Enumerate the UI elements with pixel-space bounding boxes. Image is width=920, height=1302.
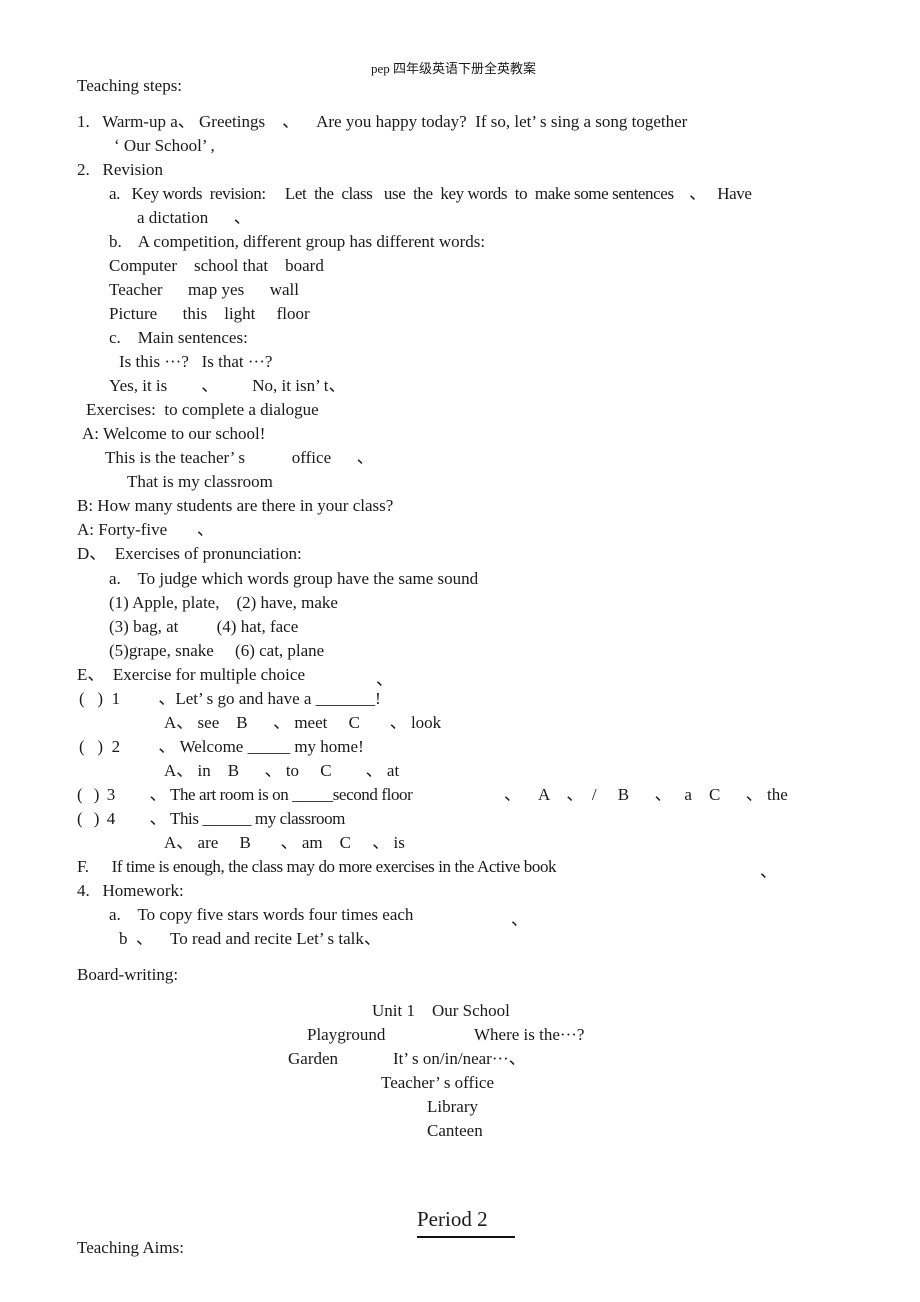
board-canteen: Canteen <box>427 1121 483 1140</box>
question-3: ( ) 3 、 The art room is on _____second f… <box>77 785 413 804</box>
page-header: pep 四年级英语下册全英教案 <box>371 61 537 76</box>
teaching-steps-heading: Teaching steps: <box>77 76 183 95</box>
step-1-song: ‘ Our School’ , <box>114 136 215 155</box>
step-2c: c. Main sentences: <box>109 328 248 347</box>
main-sentence-2: Yes, it is 、 No, it isn’ t、 <box>109 376 346 395</box>
words-row-3: Picture this light floor <box>109 304 310 323</box>
step-2-revision: 2. Revision <box>77 160 163 179</box>
board-teachers-office: Teacher’ s office <box>381 1073 495 1092</box>
step-2a-line1: a. Key words revision: Let the class use… <box>109 184 752 203</box>
board-garden: Garden <box>288 1049 339 1068</box>
section-e: E、 Exercise for multiple choice <box>77 665 305 684</box>
step-2b: b. A competition, different group has di… <box>109 232 486 251</box>
dialogue-line-2: This is the teacher’ s office 、 <box>105 448 374 467</box>
board-unit-title: Unit 1 Our School <box>372 1001 510 1020</box>
dialogue-line-3: That is my classroom <box>127 472 273 491</box>
homework-b: b 、 To read and recite Let’ s talk、 <box>119 929 381 948</box>
section-d: D、 Exercises of pronunciation: <box>77 544 302 563</box>
step-1-warmup: 1. Warm-up a、 Greetings 、 Are you happy … <box>77 112 688 131</box>
dialogue-line-5: A: Forty-five 、 <box>77 520 214 539</box>
question-3-options: 、 A 、 / B 、 a C 、 the <box>504 785 788 804</box>
words-row-1: Computer school that board <box>109 256 324 275</box>
dialogue-line-4: B: How many students are there in your c… <box>77 496 394 515</box>
board-library: Library <box>427 1097 478 1116</box>
section-f: F. If time is enough, the class may do m… <box>77 857 557 876</box>
step-2a-line2: a dictation 、 <box>137 208 251 227</box>
pronunciation-row-3: (5)grape, snake (6) cat, plane <box>109 641 325 660</box>
homework-a-mark: 、 <box>511 910 528 929</box>
teaching-aims-heading: Teaching Aims: <box>77 1238 184 1257</box>
period-heading: Period 2 <box>417 1207 515 1238</box>
section-d-a: a. To judge which words group have the s… <box>109 569 479 588</box>
question-2: ( ) 2 、 Welcome _____ my home! <box>79 737 364 756</box>
homework-a: a. To copy five stars words four times e… <box>109 905 414 924</box>
main-sentence-1: Is this ···? Is that ···? <box>119 352 273 371</box>
pronunciation-row-2: (3) bag, at (4) hat, face <box>109 617 299 636</box>
step-4-homework: 4. Homework: <box>77 881 184 900</box>
question-1: ( ) 1 、Let’ s go and have a _______! <box>79 689 381 708</box>
words-row-2: Teacher map yes wall <box>109 280 299 299</box>
pronunciation-row-1: (1) Apple, plate, (2) have, make <box>109 593 338 612</box>
question-4: ( ) 4 、 This ______ my classroom <box>77 809 345 828</box>
question-4-options: A、 are B 、 am C 、 is <box>164 833 405 852</box>
section-e-mark: 、 <box>376 670 393 689</box>
board-where: Where is the···? <box>474 1025 585 1044</box>
question-1-options: A、 see B 、 meet C 、 look <box>164 713 442 732</box>
question-2-options: A、 in B 、 to C 、 at <box>164 761 400 780</box>
exercises-dialogue: Exercises: to complete a dialogue <box>86 400 319 419</box>
section-f-mark: 、 <box>760 862 777 881</box>
board-writing-heading: Board-writing: <box>77 965 179 984</box>
board-playground: Playground <box>307 1025 386 1044</box>
board-its-on: It’ s on/in/near···、 <box>393 1049 526 1068</box>
dialogue-line-1: A: Welcome to our school! <box>82 424 266 443</box>
